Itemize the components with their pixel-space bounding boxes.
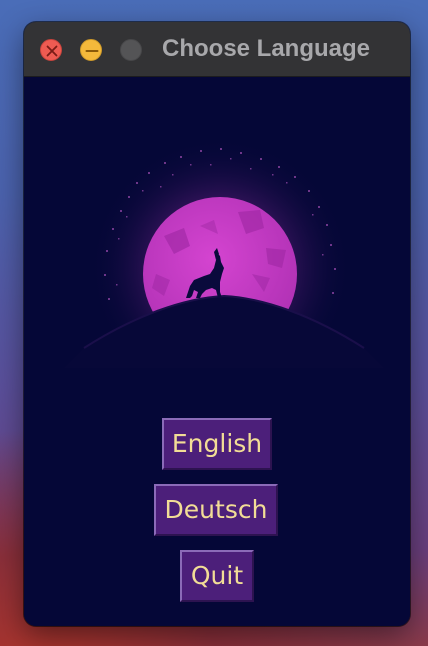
deutsch-button[interactable]: Deutsch [154,484,278,536]
app-window: Choose Language English Deutsch Quit [24,22,410,626]
minimize-button[interactable] [80,39,102,61]
window-title: Choose Language [162,35,371,62]
english-button[interactable]: English [162,418,272,470]
title-bar[interactable]: Choose Language [24,22,410,77]
close-button[interactable] [40,39,62,61]
close-icon [46,45,58,57]
maximize-button [120,39,142,61]
quit-button[interactable]: Quit [180,550,254,602]
window-content: English Deutsch Quit [24,78,410,626]
wolf-moon-illustration [64,138,384,368]
minimize-icon [85,50,99,52]
